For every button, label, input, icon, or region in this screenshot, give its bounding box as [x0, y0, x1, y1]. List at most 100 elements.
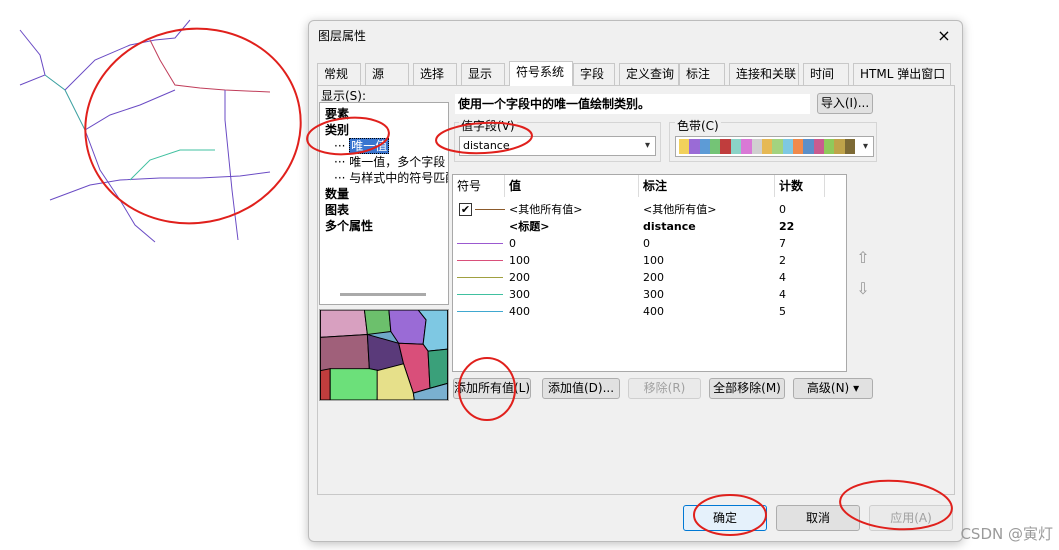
col-count-header[interactable]: 计数: [775, 175, 825, 197]
table-row-heading[interactable]: <标题> distance 22: [453, 218, 846, 235]
tab-strip: 常规 源 选择 显示 符号系统 字段 定义查询 标注 连接和关联 时间 HTML…: [317, 61, 955, 86]
tab-general[interactable]: 常规: [317, 63, 361, 85]
cell-count: 22: [779, 220, 795, 233]
cell-label: 200: [643, 271, 664, 284]
tree-multiple-attributes[interactable]: 多个属性: [325, 217, 373, 234]
tab-symbology[interactable]: 符号系统: [509, 61, 573, 86]
close-icon[interactable]: ×: [932, 25, 956, 47]
renderer-preview-image: [319, 309, 449, 401]
cell-label: <其他所有值>: [643, 203, 717, 216]
import-button[interactable]: 导入(I)...: [817, 93, 873, 114]
unique-values-table[interactable]: 符号 值 标注 计数 ✔ <其他所有值> <其他所有值> 0 <标题> dist…: [452, 174, 847, 372]
cell-count: 2: [779, 254, 786, 267]
tree-match-style[interactable]: ··· 与样式中的符号匹配: [334, 169, 449, 186]
color-ramp-swatch: [834, 139, 845, 154]
color-ramp-swatches: [679, 139, 856, 154]
color-ramp-swatch: [792, 139, 804, 154]
symbol-swatch[interactable]: [457, 260, 503, 261]
color-ramp-swatch: [844, 139, 856, 154]
remove-button[interactable]: 移除(R): [628, 378, 701, 399]
table-row[interactable]: 100 100 2: [453, 252, 846, 269]
col-label-header[interactable]: 标注: [639, 175, 775, 197]
color-ramp-swatch: [772, 139, 783, 154]
color-ramp-select[interactable]: ▾: [675, 136, 874, 157]
table-row[interactable]: 200 200 4: [453, 269, 846, 286]
cell-count: 7: [779, 237, 786, 250]
tree-quantities[interactable]: 数量: [325, 185, 349, 202]
cell-label: 300: [643, 288, 664, 301]
tree-unique-values[interactable]: ··· 唯一值: [334, 137, 390, 154]
add-all-values-button[interactable]: 添加所有值(L): [453, 378, 531, 399]
dialog-title: 图层属性: [318, 29, 367, 43]
value-field-value: distance: [463, 139, 510, 152]
tab-joins-relates[interactable]: 连接和关联: [729, 63, 799, 85]
cell-count: 5: [779, 305, 786, 318]
cell-count: 0: [779, 203, 786, 216]
table-row-other[interactable]: ✔ <其他所有值> <其他所有值> 0: [453, 201, 846, 218]
color-ramp-swatch: [803, 139, 814, 154]
symbol-swatch[interactable]: [457, 311, 503, 312]
table-row[interactable]: 400 400 5: [453, 303, 846, 320]
tree-label: 与样式中的符号匹配: [349, 171, 449, 185]
chevron-down-icon: ▾: [862, 141, 868, 152]
watermark: CSDN @寅灯: [960, 525, 1053, 543]
title-bar: 图层属性 ×: [309, 21, 962, 53]
color-ramp-swatch: [824, 139, 835, 154]
col-value-header[interactable]: 值: [505, 175, 639, 197]
tree-unique-values-label: 唯一值: [349, 138, 390, 154]
color-ramp-swatch: [782, 139, 793, 154]
color-ramp-swatch: [813, 139, 825, 154]
tab-html-popup[interactable]: HTML 弹出窗口: [853, 63, 951, 85]
symbol-swatch[interactable]: [457, 243, 503, 244]
ok-button[interactable]: 确定: [683, 505, 767, 531]
chevron-down-icon: ▾: [853, 381, 860, 395]
tab-source[interactable]: 源: [365, 63, 409, 85]
cell-value: <其他所有值>: [509, 203, 583, 216]
arrow-up-icon[interactable]: ⇧: [854, 248, 872, 268]
renderer-tree[interactable]: 要素 类别 ··· 唯一值 ··· 唯一值，多个字段 ··· 与样式中的符号匹配…: [319, 102, 449, 305]
color-ramp-swatch: [720, 139, 731, 154]
advanced-button[interactable]: 高级(N) ▾: [793, 378, 873, 399]
tree-features[interactable]: 要素: [325, 105, 349, 122]
remove-all-button[interactable]: 全部移除(M): [709, 378, 785, 399]
add-value-button[interactable]: 添加值(D)...: [542, 378, 620, 399]
renderer-description: 使用一个字段中的唯一值绘制类别。: [455, 94, 810, 114]
cell-value: 300: [509, 288, 530, 301]
color-ramp-swatch: [679, 139, 690, 154]
color-ramp-swatch: [699, 139, 711, 154]
tab-fields[interactable]: 字段: [573, 63, 615, 85]
cancel-button[interactable]: 取消: [776, 505, 860, 531]
symbol-swatch[interactable]: [457, 294, 503, 295]
cell-label: 100: [643, 254, 664, 267]
value-field-select[interactable]: distance ▾: [459, 136, 656, 156]
table-row[interactable]: 0 0 7: [453, 235, 846, 252]
cell-value: 100: [509, 254, 530, 267]
cell-label: 400: [643, 305, 664, 318]
chevron-down-icon: ▾: [644, 140, 650, 151]
cell-label: distance: [643, 220, 696, 233]
map-canvas-sketch: [19, 19, 271, 243]
tab-display[interactable]: 显示: [461, 63, 505, 85]
tab-definition-query[interactable]: 定义查询: [619, 63, 679, 85]
layer-properties-dialog: 图层属性 × 常规 源 选择 显示 符号系统 字段 定义查询 标注 连接和关联 …: [308, 20, 963, 542]
table-row[interactable]: 300 300 4: [453, 286, 846, 303]
tree-unique-values-many-fields[interactable]: ··· 唯一值，多个字段: [334, 153, 445, 170]
color-ramp-swatch: [730, 139, 742, 154]
symbol-swatch[interactable]: [457, 277, 503, 278]
tab-time[interactable]: 时间: [803, 63, 849, 85]
tree-label: 唯一值，多个字段: [349, 155, 446, 169]
col-symbol-header[interactable]: 符号: [453, 175, 505, 197]
tab-selection[interactable]: 选择: [413, 63, 457, 85]
apply-button[interactable]: 应用(A): [869, 505, 953, 531]
tree-categories[interactable]: 类别: [325, 121, 349, 138]
symbol-swatch[interactable]: [475, 209, 505, 210]
checkbox-other-values[interactable]: ✔: [459, 203, 472, 216]
arrow-down-icon[interactable]: ⇩: [854, 279, 872, 299]
cell-count: 4: [779, 271, 786, 284]
color-ramp-swatch: [751, 139, 762, 154]
cell-value: 400: [509, 305, 530, 318]
tree-scrollbar[interactable]: [340, 293, 426, 296]
tree-charts[interactable]: 图表: [325, 201, 349, 218]
tab-labels[interactable]: 标注: [679, 63, 725, 85]
color-ramp-swatch: [741, 139, 752, 154]
